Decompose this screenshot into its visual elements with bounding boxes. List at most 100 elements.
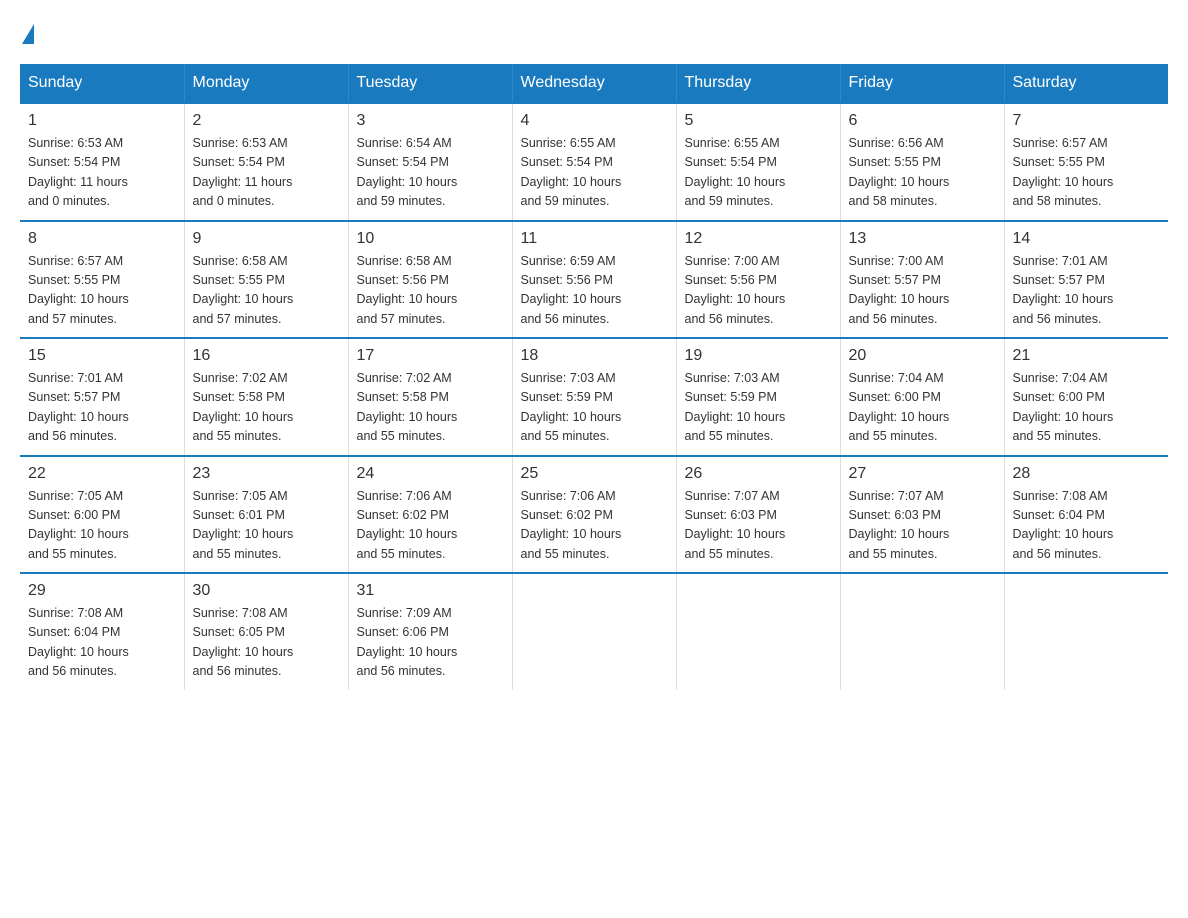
calendar-table: SundayMondayTuesdayWednesdayThursdayFrid… xyxy=(20,64,1168,690)
calendar-cell: 23Sunrise: 7:05 AMSunset: 6:01 PMDayligh… xyxy=(184,456,348,574)
day-number: 2 xyxy=(193,112,340,130)
header-wednesday: Wednesday xyxy=(512,64,676,103)
calendar-cell: 15 Sunrise: 7:01 AMSunset: 5:57 PMDayligh… xyxy=(20,338,184,456)
day-info: Sunrise: 7:03 AMSunset: 5:59 PMDaylight:… xyxy=(521,369,668,447)
day-info: Sunrise: 7:07 AMSunset: 6:03 PMDaylight:… xyxy=(849,487,996,565)
calendar-cell: 26Sunrise: 7:07 AMSunset: 6:03 PMDayligh… xyxy=(676,456,840,574)
day-info: Sunrise: 6:53 AMSunset: 5:54 PMDaylight:… xyxy=(28,134,176,212)
day-info: Sunrise: 6:57 AMSunset: 5:55 PMDaylight:… xyxy=(1013,134,1161,212)
day-info: Sunrise: 7:02 AMSunset: 5:58 PMDaylight:… xyxy=(193,369,340,447)
day-number: 4 xyxy=(521,112,668,130)
calendar-cell: 1 Sunrise: 6:53 AMSunset: 5:54 PMDaylight… xyxy=(20,103,184,221)
day-info: Sunrise: 7:08 AMSunset: 6:04 PMDaylight:… xyxy=(1013,487,1161,565)
day-number: 12 xyxy=(685,230,832,248)
header-sunday: Sunday xyxy=(20,64,184,103)
calendar-cell: 30 Sunrise: 7:08 AMSunset: 6:05 PMDayligh… xyxy=(184,573,348,690)
day-info: Sunrise: 6:57 AMSunset: 5:55 PMDaylight:… xyxy=(28,252,176,330)
day-number: 10 xyxy=(357,230,504,248)
calendar-cell: 5 Sunrise: 6:55 AMSunset: 5:54 PMDaylight… xyxy=(676,103,840,221)
day-info: Sunrise: 6:55 AMSunset: 5:54 PMDaylight:… xyxy=(521,134,668,212)
calendar-cell: 16 Sunrise: 7:02 AMSunset: 5:58 PMDayligh… xyxy=(184,338,348,456)
calendar-cell: 24Sunrise: 7:06 AMSunset: 6:02 PMDayligh… xyxy=(348,456,512,574)
calendar-cell: 2 Sunrise: 6:53 AMSunset: 5:54 PMDaylight… xyxy=(184,103,348,221)
calendar-cell: 22 Sunrise: 7:05 AMSunset: 6:00 PMDayligh… xyxy=(20,456,184,574)
day-number: 25 xyxy=(521,465,668,483)
day-number: 8 xyxy=(28,230,176,248)
header-friday: Friday xyxy=(840,64,1004,103)
calendar-cell: 6Sunrise: 6:56 AMSunset: 5:55 PMDaylight… xyxy=(840,103,1004,221)
calendar-cell: 3 Sunrise: 6:54 AMSunset: 5:54 PMDaylight… xyxy=(348,103,512,221)
calendar-cell: 18 Sunrise: 7:03 AMSunset: 5:59 PMDayligh… xyxy=(512,338,676,456)
day-info: Sunrise: 7:04 AMSunset: 6:00 PMDaylight:… xyxy=(1013,369,1161,447)
page-header xyxy=(20,20,1168,44)
calendar-cell: 29 Sunrise: 7:08 AMSunset: 6:04 PMDayligh… xyxy=(20,573,184,690)
day-info: Sunrise: 7:08 AMSunset: 6:05 PMDaylight:… xyxy=(193,604,340,682)
calendar-cell: 12Sunrise: 7:00 AMSunset: 5:56 PMDayligh… xyxy=(676,221,840,339)
day-number: 18 xyxy=(521,347,668,365)
week-row-4: 22 Sunrise: 7:05 AMSunset: 6:00 PMDayligh… xyxy=(20,456,1168,574)
week-row-2: 8 Sunrise: 6:57 AMSunset: 5:55 PMDaylight… xyxy=(20,221,1168,339)
day-number: 11 xyxy=(521,230,668,248)
calendar-header: SundayMondayTuesdayWednesdayThursdayFrid… xyxy=(20,64,1168,103)
day-number: 31 xyxy=(357,582,504,600)
day-number: 29 xyxy=(28,582,176,600)
day-number: 14 xyxy=(1013,230,1161,248)
day-number: 1 xyxy=(28,112,176,130)
header-monday: Monday xyxy=(184,64,348,103)
day-info: Sunrise: 7:04 AMSunset: 6:00 PMDaylight:… xyxy=(849,369,996,447)
calendar-cell: 8 Sunrise: 6:57 AMSunset: 5:55 PMDaylight… xyxy=(20,221,184,339)
header-thursday: Thursday xyxy=(676,64,840,103)
calendar-body: 1 Sunrise: 6:53 AMSunset: 5:54 PMDaylight… xyxy=(20,103,1168,690)
logo-triangle-icon xyxy=(22,24,34,44)
day-info: Sunrise: 6:59 AMSunset: 5:56 PMDaylight:… xyxy=(521,252,668,330)
day-number: 22 xyxy=(28,465,176,483)
day-info: Sunrise: 6:58 AMSunset: 5:55 PMDaylight:… xyxy=(193,252,340,330)
calendar-cell xyxy=(676,573,840,690)
day-number: 17 xyxy=(357,347,504,365)
day-info: Sunrise: 6:56 AMSunset: 5:55 PMDaylight:… xyxy=(849,134,996,212)
day-info: Sunrise: 6:54 AMSunset: 5:54 PMDaylight:… xyxy=(357,134,504,212)
calendar-cell: 9Sunrise: 6:58 AMSunset: 5:55 PMDaylight… xyxy=(184,221,348,339)
calendar-cell: 21 Sunrise: 7:04 AMSunset: 6:00 PMDayligh… xyxy=(1004,338,1168,456)
logo xyxy=(20,20,34,44)
day-number: 27 xyxy=(849,465,996,483)
day-info: Sunrise: 6:55 AMSunset: 5:54 PMDaylight:… xyxy=(685,134,832,212)
day-info: Sunrise: 7:01 AMSunset: 5:57 PMDaylight:… xyxy=(28,369,176,447)
calendar-cell: 31 Sunrise: 7:09 AMSunset: 6:06 PMDayligh… xyxy=(348,573,512,690)
day-info: Sunrise: 7:06 AMSunset: 6:02 PMDaylight:… xyxy=(357,487,504,565)
day-info: Sunrise: 6:58 AMSunset: 5:56 PMDaylight:… xyxy=(357,252,504,330)
calendar-cell xyxy=(840,573,1004,690)
day-number: 23 xyxy=(193,465,340,483)
day-info: Sunrise: 7:01 AMSunset: 5:57 PMDaylight:… xyxy=(1013,252,1161,330)
day-number: 3 xyxy=(357,112,504,130)
calendar-cell: 10 Sunrise: 6:58 AMSunset: 5:56 PMDayligh… xyxy=(348,221,512,339)
day-info: Sunrise: 7:09 AMSunset: 6:06 PMDaylight:… xyxy=(357,604,504,682)
day-number: 20 xyxy=(849,347,996,365)
day-info: Sunrise: 7:02 AMSunset: 5:58 PMDaylight:… xyxy=(357,369,504,447)
calendar-cell: 14 Sunrise: 7:01 AMSunset: 5:57 PMDayligh… xyxy=(1004,221,1168,339)
calendar-cell xyxy=(1004,573,1168,690)
week-row-1: 1 Sunrise: 6:53 AMSunset: 5:54 PMDaylight… xyxy=(20,103,1168,221)
header-row: SundayMondayTuesdayWednesdayThursdayFrid… xyxy=(20,64,1168,103)
week-row-3: 15 Sunrise: 7:01 AMSunset: 5:57 PMDayligh… xyxy=(20,338,1168,456)
day-info: Sunrise: 6:53 AMSunset: 5:54 PMDaylight:… xyxy=(193,134,340,212)
day-info: Sunrise: 7:00 AMSunset: 5:57 PMDaylight:… xyxy=(849,252,996,330)
day-number: 5 xyxy=(685,112,832,130)
day-info: Sunrise: 7:03 AMSunset: 5:59 PMDaylight:… xyxy=(685,369,832,447)
day-info: Sunrise: 7:08 AMSunset: 6:04 PMDaylight:… xyxy=(28,604,176,682)
day-number: 21 xyxy=(1013,347,1161,365)
day-info: Sunrise: 7:05 AMSunset: 6:00 PMDaylight:… xyxy=(28,487,176,565)
header-tuesday: Tuesday xyxy=(348,64,512,103)
calendar-cell: 17 Sunrise: 7:02 AMSunset: 5:58 PMDayligh… xyxy=(348,338,512,456)
day-number: 30 xyxy=(193,582,340,600)
calendar-cell: 11 Sunrise: 6:59 AMSunset: 5:56 PMDayligh… xyxy=(512,221,676,339)
day-number: 16 xyxy=(193,347,340,365)
day-number: 19 xyxy=(685,347,832,365)
calendar-cell: 13Sunrise: 7:00 AMSunset: 5:57 PMDayligh… xyxy=(840,221,1004,339)
week-row-5: 29 Sunrise: 7:08 AMSunset: 6:04 PMDayligh… xyxy=(20,573,1168,690)
day-number: 15 xyxy=(28,347,176,365)
calendar-cell xyxy=(512,573,676,690)
day-info: Sunrise: 7:06 AMSunset: 6:02 PMDaylight:… xyxy=(521,487,668,565)
calendar-cell: 4 Sunrise: 6:55 AMSunset: 5:54 PMDaylight… xyxy=(512,103,676,221)
calendar-cell: 28Sunrise: 7:08 AMSunset: 6:04 PMDayligh… xyxy=(1004,456,1168,574)
